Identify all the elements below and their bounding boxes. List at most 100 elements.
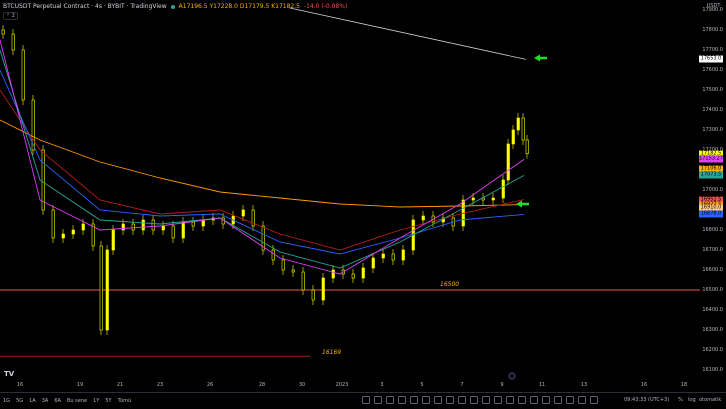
drawing-tool-icon[interactable] bbox=[518, 396, 526, 404]
price-tick: 16100.0 bbox=[702, 367, 723, 373]
ohlc-values: A17196.5 Y17228.0 D17179.5 K17182.5 bbox=[178, 3, 300, 10]
drawing-tool-icon[interactable] bbox=[458, 396, 466, 404]
price-chart[interactable] bbox=[0, 0, 700, 380]
candle bbox=[271, 249, 275, 261]
price-tick: 16500.0 bbox=[702, 287, 723, 293]
candle bbox=[501, 179, 505, 199]
candle bbox=[361, 267, 365, 279]
timeframe-button[interactable]: Tümü bbox=[115, 398, 135, 404]
level-label-16500: 16500 bbox=[440, 281, 460, 288]
price-axis[interactable]: 17900.0 17800.0 17700.0 17600.0 17500.0 17400… bbox=[698, 0, 726, 380]
candle bbox=[99, 245, 103, 331]
time-tick: 3 bbox=[380, 382, 384, 388]
candle bbox=[511, 129, 515, 145]
candle bbox=[191, 221, 195, 227]
candle bbox=[311, 289, 315, 301]
timeframe-button[interactable]: Bu sene bbox=[64, 398, 90, 404]
chart-header: BTCUSDT Perpetual Contract · 4s · BYBIT … bbox=[3, 3, 347, 10]
drawing-tool-icon[interactable] bbox=[506, 396, 514, 404]
drawing-tool-icon[interactable] bbox=[410, 396, 418, 404]
trend-line bbox=[289, 7, 527, 60]
annotation-arrow-icon bbox=[516, 200, 529, 208]
timeframe-button[interactable]: 3A bbox=[39, 398, 52, 404]
drawing-tool-icon[interactable] bbox=[398, 396, 406, 404]
price-tick: 16200.0 bbox=[702, 347, 723, 353]
candle bbox=[81, 223, 85, 231]
price-tick: 17600.0 bbox=[702, 67, 723, 73]
timeframe-button[interactable]: 1A bbox=[26, 398, 39, 404]
timeframe-button[interactable]: 1Y bbox=[90, 398, 102, 404]
candle bbox=[71, 229, 75, 235]
price-tick: 16800.0 bbox=[702, 227, 723, 233]
time-tick: 30 bbox=[298, 382, 306, 388]
drawing-tool-icon[interactable] bbox=[446, 396, 454, 404]
time-tick: 23 bbox=[156, 382, 164, 388]
drawing-tool-icon[interactable] bbox=[554, 396, 562, 404]
price-label: 17153.27 bbox=[699, 155, 723, 163]
drawing-tool-icon[interactable] bbox=[542, 396, 550, 404]
candle bbox=[51, 209, 55, 239]
timeframe-button[interactable]: 6A bbox=[51, 398, 64, 404]
price-tick: 17000.0 bbox=[702, 187, 723, 193]
timeframe-button[interactable]: 1G bbox=[0, 398, 13, 404]
time-tick: 21 bbox=[116, 382, 124, 388]
annotation-arrow-icon bbox=[534, 54, 547, 62]
drawing-tool-icon[interactable] bbox=[578, 396, 586, 404]
candle bbox=[491, 197, 495, 201]
time-tick: 18 bbox=[680, 382, 688, 388]
price-tick: 16700.0 bbox=[702, 247, 723, 253]
candle bbox=[291, 269, 295, 273]
price-label: 17073.5 bbox=[699, 171, 723, 179]
drawing-tools bbox=[362, 395, 598, 405]
clock[interactable]: 09:43:33 (UTC+3) bbox=[624, 397, 669, 403]
log-toggle[interactable]: log bbox=[688, 397, 696, 403]
percent-toggle[interactable]: % bbox=[678, 397, 683, 403]
drawing-tool-icon[interactable] bbox=[422, 396, 430, 404]
drawing-tool-icon[interactable] bbox=[482, 396, 490, 404]
candle bbox=[161, 225, 165, 231]
candle bbox=[301, 271, 305, 291]
candle bbox=[401, 249, 405, 261]
timeframe-button[interactable]: 5Y bbox=[102, 398, 114, 404]
drawing-tool-icon[interactable] bbox=[470, 396, 478, 404]
level-label-16169: 16169 bbox=[322, 349, 342, 357]
candle bbox=[321, 277, 325, 301]
candle bbox=[131, 223, 135, 231]
candle bbox=[525, 139, 529, 154]
drawing-tool-icon[interactable] bbox=[374, 396, 382, 404]
drawing-tool-icon[interactable] bbox=[362, 396, 370, 404]
price-tick: 17300.0 bbox=[702, 127, 723, 133]
candle bbox=[181, 221, 185, 239]
time-tick: 26 bbox=[206, 382, 214, 388]
indicators-collapse-button[interactable]: ⌃ 2 bbox=[3, 12, 18, 20]
candle bbox=[471, 197, 475, 201]
candle bbox=[111, 229, 115, 251]
tradingview-logo[interactable]: TV bbox=[4, 370, 14, 378]
drawing-tool-icon[interactable] bbox=[530, 396, 538, 404]
auto-toggle[interactable]: otomatik bbox=[699, 397, 721, 403]
candle bbox=[11, 33, 15, 51]
status-dot-icon bbox=[170, 4, 175, 9]
candle bbox=[516, 117, 520, 131]
drawing-tool-icon[interactable] bbox=[494, 396, 502, 404]
time-axis[interactable]: 16 19 21 23 26 28 30 2023 3 5 7 9 11 13 16 18 bbox=[0, 382, 700, 390]
time-tick: 16 bbox=[16, 382, 24, 388]
candle bbox=[381, 253, 385, 259]
price-label: 17653.0 bbox=[699, 55, 723, 63]
candle bbox=[141, 219, 145, 231]
drawing-tool-icon[interactable] bbox=[566, 396, 574, 404]
candle bbox=[121, 223, 125, 231]
time-tick: 28 bbox=[258, 382, 266, 388]
drawing-tool-icon[interactable] bbox=[434, 396, 442, 404]
candle bbox=[61, 233, 65, 239]
drawing-tool-icon[interactable] bbox=[590, 396, 598, 404]
time-tick: 13 bbox=[580, 382, 588, 388]
chart-root[interactable]: BTCUSDT Perpetual Contract · 4s · BYBIT … bbox=[0, 0, 726, 408]
time-tick: 7 bbox=[460, 382, 464, 388]
symbol-title[interactable]: BTCUSDT Perpetual Contract · 4s · BYBIT … bbox=[3, 3, 167, 10]
drawing-tool-icon[interactable] bbox=[386, 396, 394, 404]
timeframe-button[interactable]: 5G bbox=[13, 398, 26, 404]
price-tick: 16300.0 bbox=[702, 327, 723, 333]
candle bbox=[391, 253, 395, 261]
candle bbox=[506, 143, 510, 181]
